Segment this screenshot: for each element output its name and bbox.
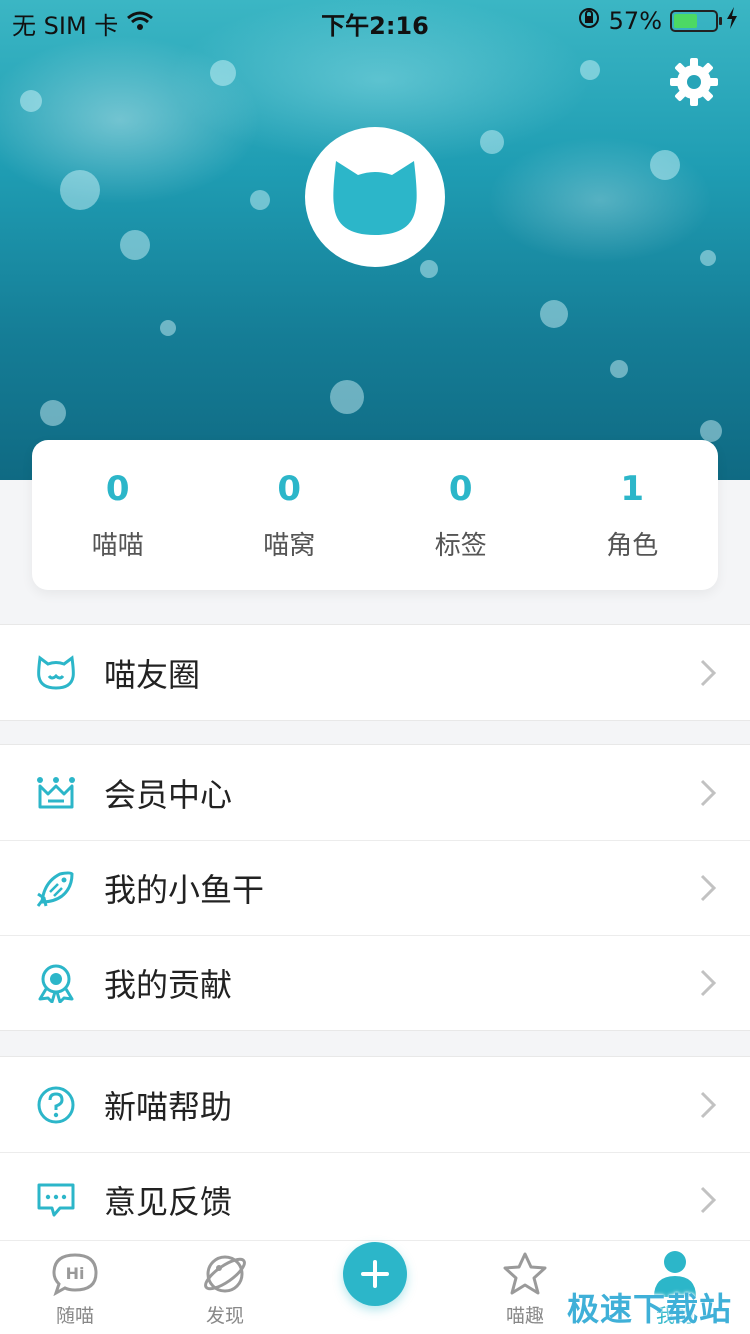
battery-percent: 57%: [608, 7, 662, 35]
feedback-icon: [36, 1180, 76, 1220]
stat-value: 0: [105, 468, 130, 509]
stat-roles[interactable]: 1 角色: [547, 440, 719, 590]
star-icon: [500, 1249, 550, 1299]
stat-value: 0: [277, 468, 302, 509]
menu-item-label: 会员中心: [104, 775, 233, 814]
menu-item-friends-circle[interactable]: 喵友圈: [0, 625, 750, 720]
chevron-right-icon: [698, 873, 718, 903]
settings-gear-icon[interactable]: [668, 56, 720, 108]
stat-label: 喵窝: [263, 530, 316, 561]
menu-item-label: 新喵帮助: [104, 1087, 233, 1126]
battery-icon: [670, 10, 722, 32]
menu-item-feedback[interactable]: 意见反馈: [0, 1152, 750, 1247]
tab-suimiao[interactable]: Hi 随喵: [0, 1241, 150, 1334]
watermark: 极速下载站: [566, 1290, 732, 1328]
stat-label: 喵喵: [91, 530, 144, 561]
fish-icon: [36, 868, 76, 908]
menu-item-vip-center[interactable]: 会员中心: [0, 745, 750, 840]
menu-item-label: 我的贡献: [104, 966, 233, 1004]
chevron-right-icon: [698, 968, 718, 998]
avatar[interactable]: [305, 127, 445, 267]
planet-icon: [200, 1249, 250, 1299]
menu-item-contribution[interactable]: 我的贡献: [0, 935, 750, 1030]
stat-miaomiao[interactable]: 0 喵喵: [32, 440, 204, 590]
menu-group-support: 新喵帮助 意见反馈: [0, 1056, 750, 1248]
svg-text:Hi: Hi: [66, 1264, 85, 1283]
chevron-right-icon: [698, 778, 718, 808]
tab-discover[interactable]: 发现: [150, 1241, 300, 1334]
medal-icon: [36, 963, 76, 1003]
stats-card: 0 喵喵 0 喵窝 0 标签 1 角色: [32, 440, 718, 590]
tab-label: 喵趣: [505, 1305, 544, 1327]
orientation-lock-icon: [577, 6, 601, 36]
chevron-right-icon: [698, 1090, 718, 1120]
menu-item-dried-fish[interactable]: 我的小鱼干: [0, 840, 750, 935]
question-icon: [36, 1085, 76, 1125]
stat-label: 标签: [434, 530, 487, 561]
add-post-button[interactable]: [343, 1242, 407, 1306]
menu-group-account: 会员中心 我的小鱼干 我的贡献: [0, 744, 750, 1031]
menu-group-social: 喵友圈: [0, 624, 750, 721]
charging-bolt-icon: [726, 7, 738, 35]
stat-tags[interactable]: 0 标签: [375, 440, 547, 590]
cat-face-icon: [36, 653, 76, 693]
stat-value: 0: [448, 468, 473, 509]
stat-value: 1: [620, 468, 645, 509]
cat-avatar-icon: [333, 161, 417, 235]
hi-bubble-icon: Hi: [50, 1249, 100, 1299]
status-bar: 无 SIM 卡 下午2:16 57%: [0, 0, 750, 40]
crown-icon: [36, 773, 76, 813]
tab-label: 随喵: [55, 1305, 94, 1327]
stat-label: 角色: [606, 530, 659, 561]
menu-item-label: 我的小鱼干: [104, 871, 265, 909]
tab-label: 发现: [205, 1305, 244, 1327]
stat-miaowo[interactable]: 0 喵窝: [204, 440, 376, 590]
menu-item-help[interactable]: 新喵帮助: [0, 1057, 750, 1152]
chevron-right-icon: [698, 1185, 718, 1215]
chevron-right-icon: [698, 658, 718, 688]
menu-item-label: 喵友圈: [104, 655, 201, 694]
menu-item-label: 意见反馈: [104, 1183, 233, 1221]
plus-icon: [361, 1260, 389, 1288]
